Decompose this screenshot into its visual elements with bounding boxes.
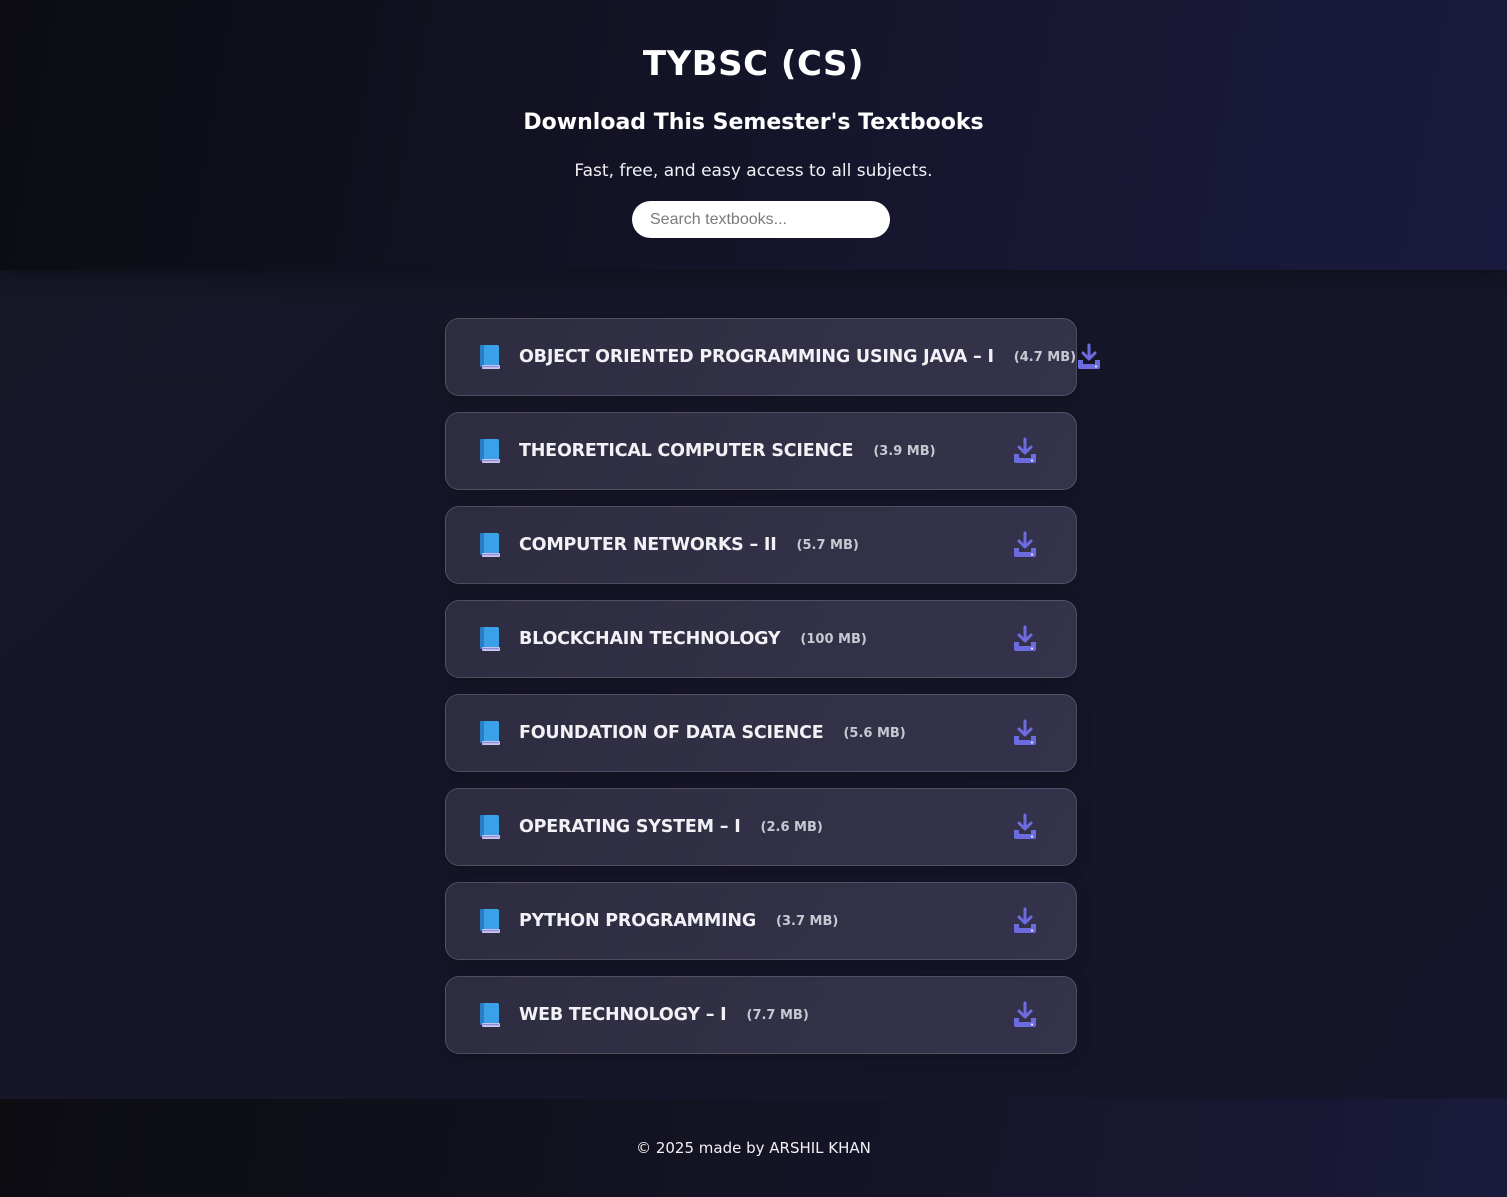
book-size: (4.7 MB): [1013, 349, 1077, 365]
book-size: (7.7 MB): [746, 1007, 809, 1023]
download-button[interactable]: [1010, 436, 1040, 466]
book-title: FOUNDATION OF DATA SCIENCE: [519, 723, 824, 743]
page-title: TYBSC (CS): [642, 44, 865, 84]
book-icon: [479, 908, 501, 934]
download-icon: [1014, 813, 1036, 839]
download-button[interactable]: [1010, 530, 1040, 560]
book-card: OBJECT ORIENTED PROGRAMMING USING JAVA –…: [445, 318, 1101, 396]
page-header: TYBSC (CS) Download This Semester's Text…: [0, 0, 1507, 270]
textbook-list: OBJECT ORIENTED PROGRAMMING USING JAVA –…: [445, 318, 1101, 1070]
download-button[interactable]: [1010, 1000, 1040, 1030]
book-title: WEB TECHNOLOGY – I: [519, 1005, 727, 1025]
book-icon: [479, 532, 501, 558]
download-button[interactable]: [1010, 624, 1040, 654]
book-card: BLOCKCHAIN TECHNOLOGY (100 MB): [445, 600, 1077, 678]
book-size: (3.7 MB): [776, 913, 839, 929]
download-icon: [1014, 625, 1036, 651]
download-icon: [1014, 1001, 1036, 1027]
book-card: COMPUTER NETWORKS – II (5.7 MB): [445, 506, 1077, 584]
book-size: (3.9 MB): [873, 443, 936, 459]
search-input[interactable]: [632, 201, 890, 238]
book-title: OPERATING SYSTEM – I: [519, 817, 741, 837]
download-icon: [1014, 719, 1036, 745]
book-title: PYTHON PROGRAMMING: [519, 911, 757, 931]
book-icon: [479, 1002, 501, 1028]
tagline: Fast, free, and easy access to all subje…: [574, 161, 933, 181]
book-card: FOUNDATION OF DATA SCIENCE (5.6 MB): [445, 694, 1077, 772]
book-icon: [479, 626, 501, 652]
book-icon: [479, 814, 501, 840]
book-title: BLOCKCHAIN TECHNOLOGY: [519, 629, 781, 649]
download-icon: [1014, 531, 1036, 557]
book-card: WEB TECHNOLOGY – I (7.7 MB): [445, 976, 1077, 1054]
page-footer: © 2025 made by ARSHIL KHAN: [0, 1099, 1507, 1197]
book-size: (2.6 MB): [760, 819, 823, 835]
page-subtitle: Download This Semester's Textbooks: [523, 110, 984, 135]
book-title: OBJECT ORIENTED PROGRAMMING USING JAVA –…: [519, 347, 994, 367]
footer-credit: © 2025 made by ARSHIL KHAN: [636, 1139, 871, 1157]
book-title: THEORETICAL COMPUTER SCIENCE: [519, 441, 854, 461]
download-icon: [1014, 437, 1036, 463]
book-icon: [479, 720, 501, 746]
download-button[interactable]: [1010, 718, 1040, 748]
book-card: PYTHON PROGRAMMING (3.7 MB): [445, 882, 1077, 960]
download-button[interactable]: [1010, 812, 1040, 842]
download-icon: [1014, 907, 1036, 933]
download-button[interactable]: [1010, 906, 1040, 936]
book-title: COMPUTER NETWORKS – II: [519, 535, 777, 555]
book-card: OPERATING SYSTEM – I (2.6 MB): [445, 788, 1077, 866]
book-icon: [479, 344, 501, 370]
book-icon: [479, 438, 501, 464]
book-size: (5.6 MB): [843, 725, 906, 741]
book-size: (100 MB): [800, 631, 867, 647]
download-icon: [1078, 343, 1101, 369]
book-size: (5.7 MB): [796, 537, 859, 553]
download-button[interactable]: [1076, 342, 1102, 372]
book-card: THEORETICAL COMPUTER SCIENCE (3.9 MB): [445, 412, 1077, 490]
